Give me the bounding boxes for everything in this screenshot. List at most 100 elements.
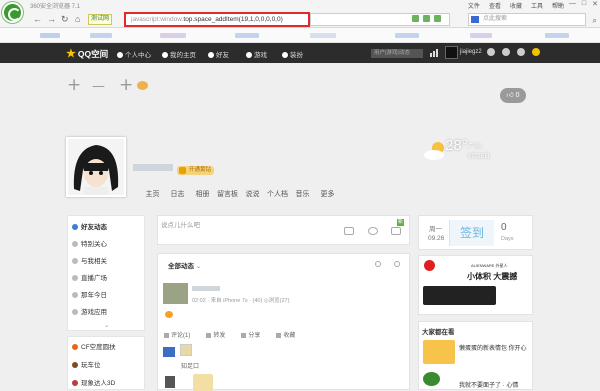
bell-icon[interactable] [502, 48, 510, 56]
coin-icon[interactable] [532, 48, 540, 56]
site-tab[interactable]: 测试网 [88, 14, 113, 25]
username[interactable]: jiajiegz2 [460, 49, 482, 55]
menu-live[interactable]: 直播广场 [72, 272, 107, 282]
trending-item[interactable]: 我就不要面子了 · 心情 [459, 380, 518, 389]
signal-bars-icon[interactable] [430, 48, 440, 57]
liker-avatar[interactable] [180, 344, 192, 356]
tab-home[interactable]: 主页 [140, 189, 165, 199]
nav-decorate[interactable]: 装扮 [282, 49, 303, 59]
forward-arrow-icon[interactable]: → [47, 14, 56, 24]
maximize-button[interactable]: □ [582, 0, 586, 8]
new-badge: 新 [397, 219, 404, 226]
feed-icon [72, 224, 78, 230]
link-icon[interactable] [368, 227, 378, 235]
tab-music[interactable]: 音乐 [290, 189, 315, 199]
post-caption: 知足口 [181, 364, 200, 370]
minimize-button[interactable]: — [569, 0, 576, 8]
nav-friends[interactable]: 好友 [208, 49, 229, 59]
app-item[interactable]: CF空度圆扶 [72, 341, 116, 351]
settings-icon[interactable] [394, 261, 400, 267]
left-menu: 好友动态 特别关心 与我相关 直播广场 那年今日 游戏应用 ⌄ [67, 215, 145, 331]
forward-button[interactable]: 转发 [206, 330, 225, 339]
bookmark-item[interactable] [395, 33, 419, 38]
bookmark-item[interactable] [470, 33, 492, 38]
profile-name [133, 164, 173, 171]
menu-friend-feed[interactable]: 好友动态 [72, 221, 107, 231]
lightning-icon[interactable] [412, 15, 419, 22]
tab-more[interactable]: 更多 [315, 189, 340, 199]
search-input[interactable]: 点此搜索 ⌕ [468, 13, 597, 26]
menu-view[interactable]: 查看 [489, 1, 501, 10]
menu-favorites[interactable]: 收藏 [510, 1, 522, 10]
app-item[interactable]: 玩车位 [72, 359, 101, 369]
tab-profile[interactable]: 个人档 [265, 189, 290, 199]
nav-games[interactable]: 游戏 [246, 49, 267, 59]
bookmark-item[interactable] [40, 33, 60, 38]
add-button[interactable]: + [67, 75, 81, 95]
menu-tools[interactable]: 工具 [531, 1, 543, 10]
menu-expand-button[interactable]: ⌄ [104, 321, 109, 329]
url-input[interactable]: javascript:window.top.space_addItem(19,1… [124, 12, 310, 27]
trending-item[interactable]: 懒蛋蛋的新表情包 你开心 [459, 345, 531, 353]
nav-my-home[interactable]: 我的主页 [162, 49, 196, 59]
gamepad-icon [246, 52, 252, 58]
comment-button[interactable]: 评论(1) [164, 330, 190, 339]
template-icon[interactable] [391, 227, 401, 235]
mood-icon[interactable] [137, 81, 148, 90]
tab-shuoshuo[interactable]: 说说 [240, 189, 265, 199]
nav-personal-center[interactable]: 个人中心 [117, 49, 151, 59]
home-icon[interactable]: ⌂ [75, 14, 80, 24]
app-item[interactable]: 现象达人3D [72, 377, 115, 387]
thumbs-up-icon[interactable] [163, 347, 175, 357]
post-image[interactable] [193, 374, 213, 391]
home-icon[interactable] [487, 48, 495, 56]
remove-button[interactable]: — [92, 79, 105, 94]
bookmark-item[interactable] [235, 33, 259, 38]
trending-avatar[interactable] [423, 372, 440, 386]
skin-button[interactable]: ▭ [556, 0, 563, 8]
nav-label: 装扮 [290, 52, 303, 59]
profile-avatar[interactable] [66, 137, 126, 197]
menu-related[interactable]: 与我相关 [72, 255, 107, 265]
vip-badge[interactable]: 开通黄钻 [177, 166, 215, 175]
refresh-icon[interactable]: ↻ [61, 14, 69, 25]
tab-blog[interactable]: 日志 [165, 189, 190, 199]
qzone-logo[interactable]: ★ QQ空间 [66, 47, 108, 60]
browser-logo-icon[interactable] [2, 2, 23, 23]
tab-guestbook[interactable]: 留言板 [215, 189, 240, 199]
menu-on-this-day[interactable]: 那年今日 [72, 289, 107, 299]
post-avatar[interactable] [163, 283, 188, 304]
camera-icon[interactable] [344, 227, 354, 235]
add-mood-button[interactable]: + [119, 75, 133, 95]
favorite-button[interactable]: 收藏 [276, 330, 295, 339]
bookmark-item[interactable] [160, 33, 186, 38]
user-avatar[interactable] [445, 46, 458, 59]
gear-icon[interactable] [517, 48, 525, 56]
post-avatar[interactable] [165, 376, 175, 388]
menu-game-apps[interactable]: 游戏应用 [72, 306, 107, 316]
like-button[interactable]: 👍︎ 0 [500, 88, 526, 103]
feed-filter-dropdown[interactable]: 全部动态 [168, 260, 201, 270]
menu-file[interactable]: 文件 [468, 1, 480, 10]
qzone-search-input[interactable]: 用户|游戏|动态 [371, 49, 423, 58]
search-icon[interactable]: ⌕ [593, 15, 597, 26]
bookmark-item[interactable] [310, 33, 336, 38]
share-button[interactable]: 分享 [241, 330, 260, 339]
window-controls: ▭ — □ ✕ [556, 0, 598, 8]
refresh-icon[interactable] [375, 261, 381, 267]
signin-button[interactable]: 签到 [449, 220, 494, 246]
menu-special-care[interactable]: 特别关心 [72, 238, 107, 248]
app-list: CF空度圆扶 玩车位 现象达人3D [67, 336, 145, 390]
ad-panel[interactable]: ALIENWARE 外星人 小体积 大震撼 [418, 255, 533, 315]
trending-panel: 大家都在看 懒蛋蛋的新表情包 你开心 我就不要面子了 · 心情 [418, 321, 533, 390]
tab-album[interactable]: 相册 [190, 189, 215, 199]
back-arrow-icon[interactable]: ← [33, 14, 42, 24]
close-button[interactable]: ✕ [592, 0, 598, 8]
post-composer[interactable]: 说点儿什么吧 [157, 215, 410, 245]
post-author[interactable] [192, 286, 220, 291]
trending-image[interactable] [423, 340, 455, 364]
shield-icon[interactable] [423, 15, 430, 22]
bookmark-item[interactable] [545, 33, 569, 38]
bookmark-item[interactable] [90, 33, 112, 38]
bookmark-icon[interactable] [434, 15, 441, 22]
